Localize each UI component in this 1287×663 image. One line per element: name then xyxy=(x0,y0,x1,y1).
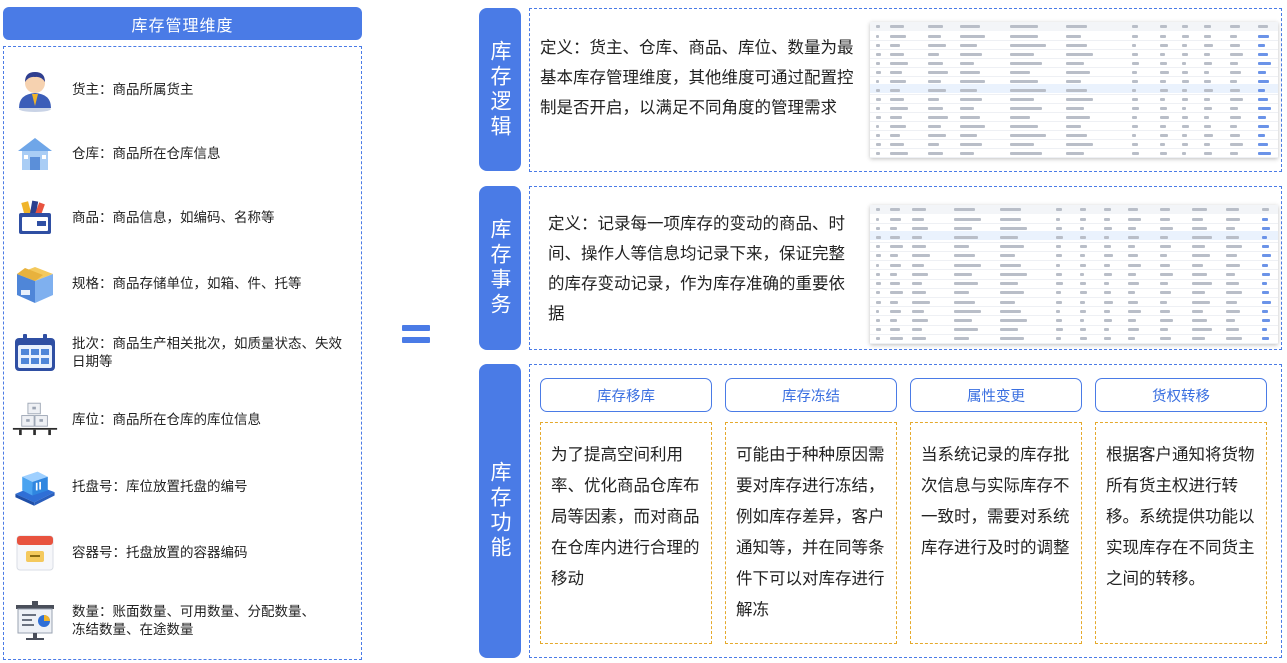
dimension-batch: 批次：商品生产相关批次，如质量状态、失效日期等 xyxy=(12,328,352,378)
dimension-owner: 货主：商品所属货主 xyxy=(12,65,352,115)
move-card-title: 库存移库 xyxy=(540,378,712,412)
dimension-warehouse: 仓库：商品所在仓库信息 xyxy=(12,129,352,179)
move-card-body: 为了提高空间利用率、优化商品仓库布局等因素，而对商品在仓库内进行合理的移动 xyxy=(540,422,712,644)
attribute-change-card-body: 当系统记录的库存批次信息与实际库存不一致时，需要对系统库存进行及时的调整 xyxy=(910,422,1082,644)
dimension-warehouse-text: 仓库：商品所在仓库信息 xyxy=(72,146,221,162)
dimension-batch-text: 批次：商品生产相关批次，如质量状态、失效日期等 xyxy=(72,336,342,370)
dimension-spec-text: 规格：商品存储单位，如箱、件、托等 xyxy=(72,276,302,292)
dimension-container: 容器号：托盘放置的容器编码 xyxy=(12,528,352,578)
ownership-transfer-card-title: 货权转移 xyxy=(1095,378,1267,412)
logic-definition: 定义：货主、仓库、商品、库位、数量为最基本库存管理维度，其他维度可通过配置控制是… xyxy=(540,38,854,117)
attribute-change-card-title: 属性变更 xyxy=(910,378,1082,412)
owner-icon xyxy=(12,67,58,113)
dimensions-title: 库存管理维度 xyxy=(3,7,362,40)
package-icon xyxy=(12,261,58,307)
dimension-quantity-text: 数量：账面数量、可用数量、分配数量、冻结数量、在途数量 xyxy=(72,604,315,638)
dimension-location: 库位：商品所在仓库的库位信息 xyxy=(12,395,352,445)
warehouse-icon xyxy=(12,131,58,177)
logic-tab-label: 库存逻辑 xyxy=(488,39,512,140)
dimension-product: 商品：商品信息，如编码、名称等 xyxy=(12,193,352,243)
transaction-definition: 定义：记录每一项库存的变动的商品、时间、操作人等信息均记录下来，保证完整的库存变… xyxy=(548,214,845,323)
inventory-table-screenshot xyxy=(870,22,1278,158)
dimension-quantity: 数量：账面数量、可用数量、分配数量、冻结数量、在途数量 xyxy=(12,596,352,646)
transaction-table-screenshot xyxy=(870,205,1278,344)
logic-tab: 库存逻辑 xyxy=(479,8,521,171)
dimension-location-text: 库位：商品所在仓库的库位信息 xyxy=(72,412,261,428)
functions-tab: 库存功能 xyxy=(479,364,521,658)
quantity-icon xyxy=(12,598,58,644)
dimension-pallet: 托盘号：库位放置托盘的编号 xyxy=(12,462,352,512)
equals-icon xyxy=(402,325,430,345)
container-icon xyxy=(12,530,58,576)
dimension-container-text: 容器号：托盘放置的容器编码 xyxy=(72,545,248,561)
freeze-card-title: 库存冻结 xyxy=(725,378,897,412)
location-icon xyxy=(12,397,58,443)
transaction-tab-label: 库存事务 xyxy=(488,218,512,318)
dimension-product-text: 商品：商品信息，如编码、名称等 xyxy=(72,210,275,226)
transaction-tab: 库存事务 xyxy=(479,186,521,350)
pallet-icon xyxy=(12,464,58,510)
calendar-icon xyxy=(12,330,58,376)
dimension-pallet-text: 托盘号：库位放置托盘的编号 xyxy=(72,479,248,495)
ownership-transfer-card-body: 根据客户通知将货物所有货主权进行转移。系统提供功能以实现库存在不同货主之间的转移… xyxy=(1095,422,1267,644)
dimension-spec: 规格：商品存储单位，如箱、件、托等 xyxy=(12,259,352,309)
dimension-owner-text: 货主：商品所属货主 xyxy=(72,82,194,98)
product-icon xyxy=(12,195,58,241)
freeze-card-body: 可能由于种种原因需要对库存进行冻结，例如库存差异，客户通知等，并在同等条件下可以… xyxy=(725,422,897,644)
functions-tab-label: 库存功能 xyxy=(488,461,512,561)
